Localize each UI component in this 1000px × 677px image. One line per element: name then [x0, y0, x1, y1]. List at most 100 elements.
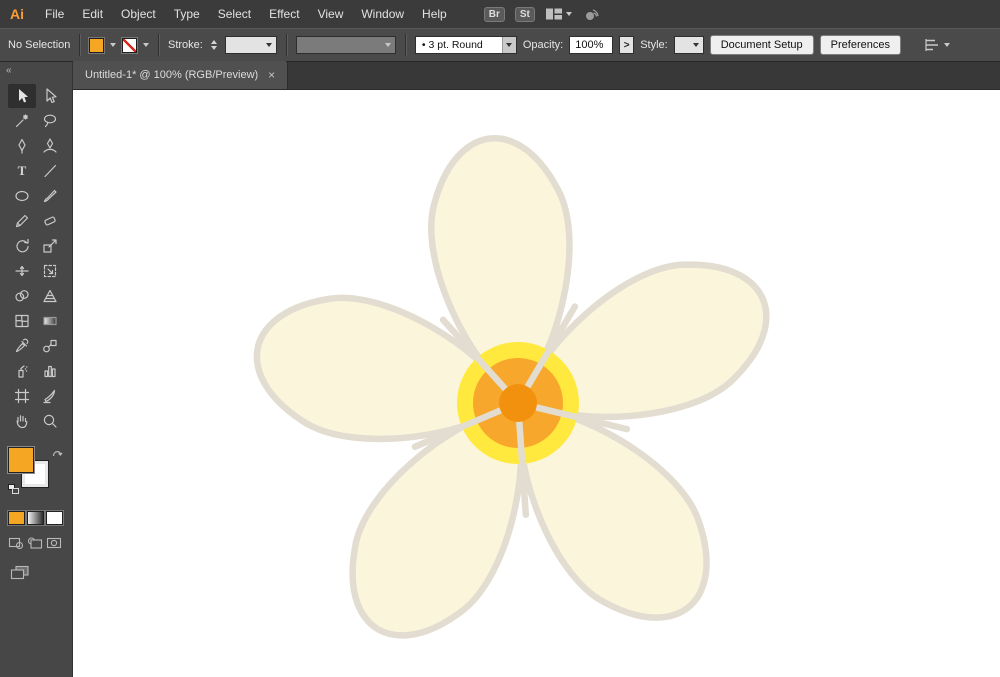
selection-icon: [13, 87, 31, 105]
chevron-down-icon: [385, 43, 391, 47]
document-setup-button[interactable]: Document Setup: [710, 35, 814, 55]
stroke-weight-combo[interactable]: [225, 36, 277, 54]
menu-effect[interactable]: Effect: [260, 0, 308, 28]
ellipse-tool[interactable]: [8, 184, 36, 208]
artboard-canvas[interactable]: [73, 90, 1000, 677]
stroke-color-swatch[interactable]: [122, 38, 137, 53]
screen-mode-icon: [10, 565, 30, 581]
width-tool[interactable]: [8, 259, 36, 283]
column-graph-tool[interactable]: [36, 359, 64, 383]
opacity-field[interactable]: 100%: [569, 36, 613, 54]
tools-grid: T: [0, 84, 72, 433]
draw-inside-icon[interactable]: [46, 537, 62, 549]
slice-tool[interactable]: [36, 384, 64, 408]
draw-behind-icon[interactable]: [27, 537, 43, 549]
perspective-grid-tool[interactable]: [36, 284, 64, 308]
none-button[interactable]: [46, 511, 63, 525]
color-button[interactable]: [8, 511, 25, 525]
menu-view[interactable]: View: [309, 0, 353, 28]
eyedropper-tool[interactable]: [8, 334, 36, 358]
opacity-label: Opacity:: [523, 39, 563, 51]
close-tab-icon[interactable]: ×: [268, 69, 275, 81]
width-icon: [13, 262, 31, 280]
menu-file[interactable]: File: [36, 0, 73, 28]
drawing-modes: [8, 537, 72, 549]
pencil-tool[interactable]: [8, 209, 36, 233]
preferences-button[interactable]: Preferences: [820, 35, 901, 55]
arrange-documents-icon: [545, 7, 563, 21]
flower-center-inner[interactable]: [499, 384, 537, 422]
divider: [158, 34, 159, 56]
shaper-tool[interactable]: [36, 209, 64, 233]
pen-tool[interactable]: [8, 134, 36, 158]
mesh-tool[interactable]: [8, 309, 36, 333]
menu-edit[interactable]: Edit: [73, 0, 112, 28]
screen-mode-button[interactable]: [10, 565, 72, 586]
document-tab[interactable]: Untitled-1* @ 100% (RGB/Preview) ×: [73, 61, 288, 89]
fill-swatch-chevron-icon[interactable]: [110, 43, 116, 47]
collapse-panel-button[interactable]: «: [0, 62, 72, 78]
opacity-flyout-button[interactable]: >: [619, 36, 634, 54]
zoom-tool[interactable]: [36, 409, 64, 433]
chevron-down-icon: [693, 43, 699, 47]
artboard-tool[interactable]: [8, 384, 36, 408]
draw-normal-icon[interactable]: [8, 537, 24, 549]
stock-button[interactable]: St: [515, 7, 535, 22]
swap-fill-stroke-icon[interactable]: [51, 447, 64, 460]
blend-tool[interactable]: [36, 334, 64, 358]
brush-definition-combo[interactable]: • 3 pt. Round: [415, 36, 517, 54]
gradient-tool[interactable]: [36, 309, 64, 333]
line-segment-tool[interactable]: [36, 159, 64, 183]
brush-combo-chevron[interactable]: [502, 37, 516, 53]
stroke-weight-stepper[interactable]: [209, 40, 219, 50]
stroke-swatch-chevron-icon[interactable]: [143, 43, 149, 47]
menu-help[interactable]: Help: [413, 0, 456, 28]
chevron-down-icon: [566, 12, 572, 16]
variable-width-profile-combo[interactable]: [296, 36, 396, 54]
scale-tool[interactable]: [36, 234, 64, 258]
free-transform-tool[interactable]: [36, 259, 64, 283]
align-options-button[interactable]: [923, 38, 950, 52]
menu-type[interactable]: Type: [165, 0, 209, 28]
type-tool[interactable]: T: [8, 159, 36, 183]
bridge-button[interactable]: Br: [484, 7, 505, 22]
menu-bar: Ai File Edit Object Type Select Effect V…: [0, 0, 1000, 28]
line-segment-icon: [41, 162, 59, 180]
ellipse-icon: [13, 187, 31, 205]
flower-artwork: [73, 90, 1000, 677]
direct-selection-tool[interactable]: [36, 84, 64, 108]
divider: [405, 34, 406, 56]
gradient-button[interactable]: [27, 511, 44, 525]
scale-icon: [41, 237, 59, 255]
paintbrush-tool[interactable]: [36, 184, 64, 208]
hand-tool[interactable]: [8, 409, 36, 433]
fill-color-swatch[interactable]: [89, 38, 104, 53]
share-screen-icon[interactable]: [582, 6, 602, 22]
shape-builder-tool[interactable]: [8, 284, 36, 308]
illustrator-window: Ai File Edit Object Type Select Effect V…: [0, 0, 1000, 677]
fill-stroke-control: [8, 447, 68, 493]
style-combo[interactable]: [674, 36, 704, 54]
arrange-documents-button[interactable]: [545, 7, 572, 21]
menu-select[interactable]: Select: [209, 0, 260, 28]
free-transform-icon: [41, 262, 59, 280]
tools-panel: « T: [0, 62, 73, 677]
gradient-icon: [41, 312, 59, 330]
lasso-tool[interactable]: [36, 109, 64, 133]
app-logo: Ai: [6, 6, 36, 22]
curvature-tool[interactable]: [36, 134, 64, 158]
default-fill-stroke-icon[interactable]: [8, 484, 22, 495]
fill-box[interactable]: [8, 447, 34, 473]
shape-builder-icon: [13, 287, 31, 305]
symbol-sprayer-tool[interactable]: [8, 359, 36, 383]
magic-wand-tool[interactable]: [8, 109, 36, 133]
selection-tool[interactable]: [8, 84, 36, 108]
zoom-icon: [41, 412, 59, 430]
color-mode-row: [8, 511, 72, 525]
menu-window[interactable]: Window: [352, 0, 413, 28]
menu-object[interactable]: Object: [112, 0, 165, 28]
rotate-tool[interactable]: [8, 234, 36, 258]
brush-preview-dot: •: [422, 39, 426, 51]
pencil-icon: [13, 212, 31, 230]
style-label: Style:: [640, 39, 668, 51]
